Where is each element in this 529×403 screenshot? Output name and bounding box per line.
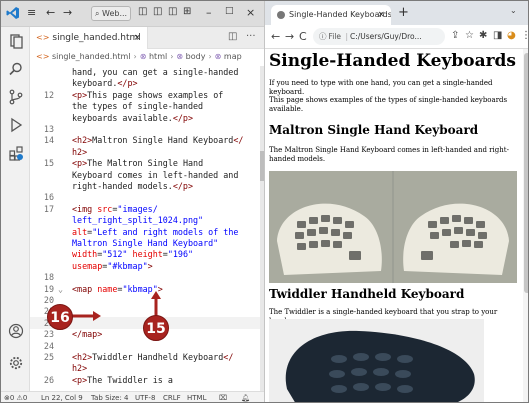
callout-step-15: 15 xyxy=(143,315,169,341)
maltron-keyboards-image[interactable] xyxy=(269,171,517,283)
forward-arrow-icon[interactable]: → xyxy=(285,30,294,43)
page-title: Single-Handed Keyboards xyxy=(269,51,517,71)
menu-kebab-icon[interactable]: ⋮ xyxy=(521,30,528,41)
chrome-tab-strip: Single-Handed Keyboards × + ⌄ xyxy=(265,1,528,25)
callout-15-arrowhead xyxy=(151,291,161,299)
url-text: C:/Users/Guy/Dro... xyxy=(349,32,422,41)
web-page: Single-Handed Keyboards If you need to t… xyxy=(265,49,523,402)
chrome-toolbar: ← → C ⓘ File | C:/Users/Guy/Dro... ⇪ ☆ ✱ ◨… xyxy=(265,25,528,49)
twiddler-image[interactable] xyxy=(269,319,484,402)
tab-close-icon[interactable]: × xyxy=(377,5,385,25)
page-scrollbar-thumb[interactable] xyxy=(524,53,528,293)
maltron-heading: Maltron Single Hand Keyboard xyxy=(269,123,479,137)
chrome-window: Single-Handed Keyboards × + ⌄ ← → C ⓘ Fil… xyxy=(264,1,528,402)
tab-single-handed-keyboards[interactable]: Single-Handed Keyboards × xyxy=(271,5,391,25)
address-bar[interactable]: ⓘ File | C:/Users/Guy/Dro... xyxy=(313,28,445,45)
back-arrow-icon[interactable]: ← xyxy=(271,30,280,43)
callout-step-16: 16 xyxy=(47,304,73,330)
maltron-paragraph: The Maltron Single Hand Keyboard comes i… xyxy=(269,146,509,163)
keyboard-photo-icon xyxy=(269,171,517,283)
extensions-puzzle-icon[interactable]: ✱ xyxy=(479,30,487,41)
twiddler-heading: Twiddler Handheld Keyboard xyxy=(269,287,465,301)
info-icon: ⓘ xyxy=(319,32,327,41)
side-panel-icon[interactable]: ◨ xyxy=(493,30,502,41)
address-divider: | xyxy=(345,32,348,41)
bookmark-star-icon[interactable]: ☆ xyxy=(465,30,474,41)
new-tab-button[interactable]: + xyxy=(398,5,409,20)
page-favicon-icon xyxy=(277,11,285,19)
twiddler-photo-icon xyxy=(269,319,484,402)
intro-paragraph-2: This page shows examples of the types of… xyxy=(269,96,508,113)
reload-icon[interactable]: C xyxy=(299,30,307,43)
tab-search-chevron-icon[interactable]: ⌄ xyxy=(510,6,517,15)
screen: ≡ ← → ⌕ Web... ◫ ◫ ◫ ⊞ – □ × <> single_ha… xyxy=(0,0,529,403)
scheme-label: File xyxy=(328,32,342,41)
callout-16-arrowhead xyxy=(93,311,101,321)
callout-arrows xyxy=(71,291,161,321)
share-icon[interactable]: ⇪ xyxy=(451,30,459,41)
intro-paragraph: If you need to type with one hand, you c… xyxy=(269,79,493,96)
profile-avatar[interactable]: ◕ xyxy=(507,30,516,41)
tab-title: Single-Handed Keyboards xyxy=(289,10,391,19)
